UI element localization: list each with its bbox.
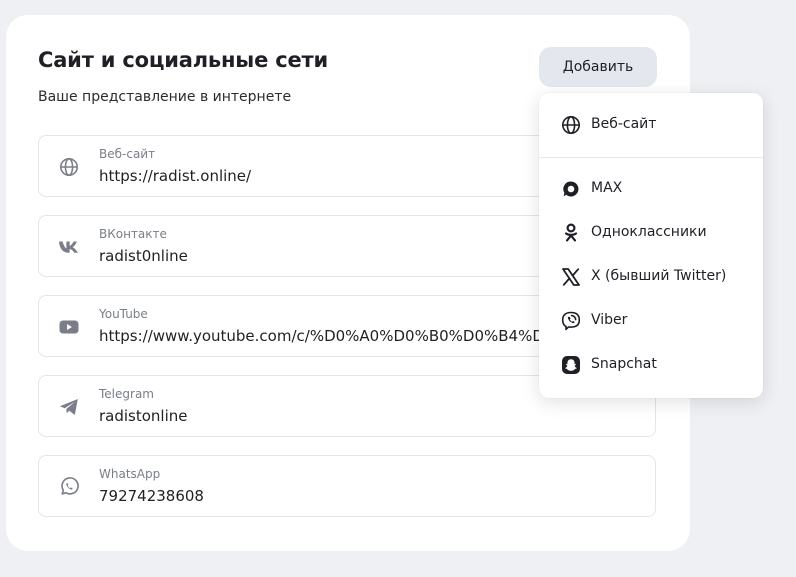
x-twitter-icon	[560, 266, 582, 288]
field-label: ВКонтакте	[99, 227, 167, 241]
globe-icon	[58, 156, 80, 178]
whatsapp-icon	[58, 476, 80, 498]
section-title: Сайт и социальные сети	[38, 48, 329, 72]
field-value: radist0nline	[99, 247, 188, 265]
field-label: Веб-сайт	[99, 147, 156, 161]
whatsapp-field[interactable]: WhatsApp 79274238608	[38, 455, 656, 517]
menu-item-label: Одноклассники	[591, 224, 707, 240]
field-label: YouTube	[99, 307, 148, 321]
snapchat-icon	[560, 354, 582, 376]
odnoklassniki-icon	[560, 222, 582, 244]
menu-divider	[539, 157, 763, 158]
menu-item-odnoklassniki[interactable]: Одноклассники	[539, 213, 763, 253]
menu-item-label: MAX	[591, 180, 623, 196]
field-value: radistonline	[99, 407, 188, 425]
menu-item-max[interactable]: MAX	[539, 169, 763, 209]
telegram-icon	[58, 396, 80, 418]
add-dropdown-menu: Веб-сайт MAX Одноклассники X (бывший Twi…	[539, 93, 763, 398]
globe-icon	[560, 114, 582, 136]
menu-item-label: Веб-сайт	[591, 116, 657, 132]
field-value: https://radist.online/	[99, 167, 252, 185]
menu-item-viber[interactable]: Viber	[539, 301, 763, 341]
menu-item-snapchat[interactable]: Snapchat	[539, 345, 763, 385]
viber-icon	[560, 310, 582, 332]
menu-item-website[interactable]: Веб-сайт	[539, 105, 763, 145]
menu-item-label: Viber	[591, 312, 628, 328]
section-subtitle: Ваше представление в интернете	[38, 89, 292, 105]
field-value: https://www.youtube.com/c/%D0%A0%D0%B0%D…	[99, 327, 588, 345]
max-icon	[560, 178, 582, 200]
field-label: Telegram	[99, 387, 154, 401]
menu-item-x-twitter[interactable]: X (бывший Twitter)	[539, 257, 763, 297]
field-value: 79274238608	[99, 487, 204, 505]
menu-item-label: Snapchat	[591, 356, 657, 372]
youtube-icon	[58, 316, 80, 338]
add-button[interactable]: Добавить	[539, 47, 657, 87]
menu-item-label: X (бывший Twitter)	[591, 268, 727, 284]
field-label: WhatsApp	[99, 467, 161, 481]
vk-icon	[58, 236, 80, 258]
